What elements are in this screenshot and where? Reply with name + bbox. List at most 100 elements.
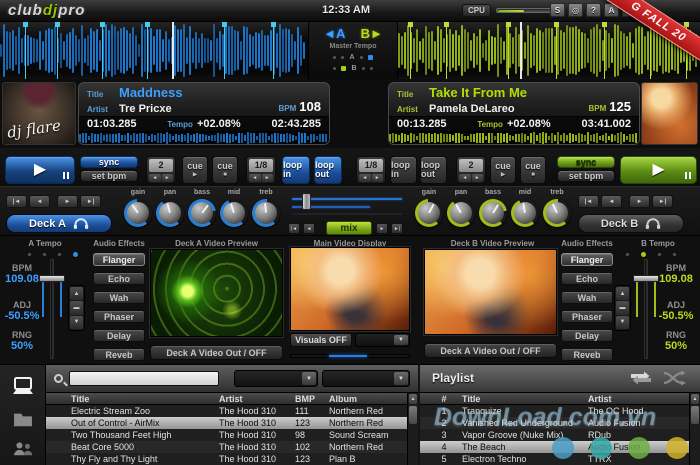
pan-knob-a[interactable]: pan xyxy=(154,189,186,232)
filter-dropdown-1[interactable]: ▼ xyxy=(234,370,318,387)
effect-wah-button-a[interactable]: Wah xyxy=(93,291,145,304)
scroll-up-icon[interactable]: ▲ xyxy=(409,394,417,404)
table-row[interactable]: Thy Fly and Thy Light The Hood 310 123 Plan… xyxy=(46,453,407,465)
deck-b-skip-end-button[interactable]: ►| xyxy=(652,195,673,208)
sidebar-item-folders[interactable] xyxy=(10,407,36,431)
deck-a-play-button[interactable]: ▶ xyxy=(5,156,75,184)
effect-flanger-button-b[interactable]: Flanger xyxy=(561,253,613,266)
scrollbar-handle[interactable] xyxy=(409,406,417,424)
table-row[interactable]: 5 Electron Techno TTRX xyxy=(420,453,690,465)
column-header[interactable]: Artist xyxy=(588,394,690,404)
table-row[interactable]: 2 Vanished Red Underground Audio Fusion xyxy=(420,417,690,429)
deck-b-play-button[interactable]: ▶ xyxy=(620,156,697,184)
visuals-off-button[interactable]: Visuals OFF xyxy=(290,333,352,347)
deck-b-cue-stop-button[interactable]: cue ■ xyxy=(520,156,546,184)
step-up-button[interactable]: ► xyxy=(471,174,483,182)
shuffle-button[interactable] xyxy=(662,370,686,391)
up-button[interactable]: ▲ xyxy=(616,287,629,301)
dropdown-arrow-icon[interactable]: ▼ xyxy=(394,335,408,345)
topbar-button-help[interactable]: ? xyxy=(586,3,601,17)
table-row[interactable]: Electric Stream Zoo The Hood 310 111 Northe… xyxy=(46,405,407,417)
deck-b-set-bpm-button[interactable]: set bpm xyxy=(557,170,615,182)
knob-dial[interactable] xyxy=(447,199,475,227)
step-up-button[interactable]: ► xyxy=(161,174,173,182)
table-row[interactable]: Two Thousand Feet High The Hood 310 98 Soun… xyxy=(46,429,407,441)
deck-a-skip-start-button[interactable]: |◄ xyxy=(6,195,27,208)
visuals-dropdown[interactable]: ▼ xyxy=(355,333,410,347)
search-input[interactable] xyxy=(69,371,219,386)
topbar-button-s[interactable]: S xyxy=(550,3,565,17)
table-row[interactable]: 3 Vapor Groove (Nuke Mix) RDub xyxy=(420,429,690,441)
table-row[interactable]: 1 Tranquize The OC Hood xyxy=(420,405,690,417)
knob-dial[interactable] xyxy=(415,199,443,227)
deck-a-loop-in-button[interactable]: loop in xyxy=(282,156,310,184)
a-tempo-slider[interactable] xyxy=(50,259,54,359)
sidebar-item-artists[interactable] xyxy=(10,437,36,461)
topbar-button-record[interactable]: ◎ xyxy=(568,3,583,17)
deck-a-cue-stop-button[interactable]: cue ■ xyxy=(212,156,238,184)
deck-a-loop-out-button[interactable]: loop out xyxy=(314,156,342,184)
step-down-button[interactable]: ◄ xyxy=(249,174,261,182)
deck-a-track-overview[interactable] xyxy=(79,132,329,144)
effect-delay-button-a[interactable]: Delay xyxy=(93,329,145,342)
playlist-scrollbar[interactable]: ▲ xyxy=(689,393,700,465)
effect-wah-button-b[interactable]: Wah xyxy=(561,291,613,304)
up-button[interactable]: ▲ xyxy=(70,287,83,301)
deck-a-forward-button[interactable]: ► xyxy=(57,195,78,208)
column-header[interactable]: Title xyxy=(71,394,219,404)
mix-button[interactable]: mix xyxy=(326,221,372,235)
deck-b-forward-button[interactable]: ► xyxy=(629,195,650,208)
crossfade-full-left-button[interactable]: |◄ xyxy=(288,223,300,234)
knob-dial[interactable] xyxy=(156,199,184,227)
knob-dial[interactable] xyxy=(479,199,507,227)
b-tempo-slider[interactable] xyxy=(644,259,648,359)
scroll-up-icon[interactable]: ▲ xyxy=(691,394,699,404)
step-up-button[interactable]: ► xyxy=(371,174,383,182)
deck-a-waveform[interactable] xyxy=(0,22,308,79)
mid-knob-a[interactable]: mid xyxy=(218,189,250,232)
column-header[interactable]: Title xyxy=(462,394,588,404)
deck-a-rewind-button[interactable]: ◄ xyxy=(29,195,50,208)
effect-echo-button-b[interactable]: Echo xyxy=(561,272,613,285)
step-up-button[interactable]: ► xyxy=(261,174,273,182)
effect-phaser-button-a[interactable]: Phaser xyxy=(93,310,145,323)
step-down-button[interactable]: ◄ xyxy=(149,174,161,182)
filter-dropdown-2[interactable]: ▼ xyxy=(322,370,410,387)
step-down-button[interactable]: ◄ xyxy=(459,174,471,182)
deck-b-track-overview[interactable] xyxy=(389,132,639,144)
sidebar-item-computer[interactable] xyxy=(10,375,36,399)
step-down-button[interactable]: ◄ xyxy=(359,174,371,182)
knob-dial[interactable] xyxy=(252,199,280,227)
column-header[interactable]: # xyxy=(426,394,462,404)
dropdown-arrow-icon[interactable]: ▼ xyxy=(394,372,408,385)
deck-b-loop-in-button[interactable]: loop in xyxy=(390,156,417,184)
knob-dial[interactable] xyxy=(124,199,152,227)
treb-knob-a[interactable]: treb xyxy=(250,189,282,232)
effect-echo-button-a[interactable]: Echo xyxy=(93,272,145,285)
pan-knob-b[interactable]: pan xyxy=(445,189,477,232)
mid-knob-b[interactable]: mid xyxy=(509,189,541,232)
down-button[interactable]: ▼ xyxy=(70,315,83,329)
effect-phaser-button-b[interactable]: Phaser xyxy=(561,310,613,323)
crossfade-left-button[interactable]: ◄ xyxy=(303,223,315,234)
down-button[interactable]: ▼ xyxy=(616,315,629,329)
deck-b-skip-start-button[interactable]: |◄ xyxy=(578,195,599,208)
crossfader-handle[interactable] xyxy=(302,193,311,210)
scrollbar-handle[interactable] xyxy=(691,406,699,424)
knob-dial[interactable] xyxy=(543,199,571,227)
dropdown-arrow-icon[interactable]: ▼ xyxy=(302,372,316,385)
column-header[interactable]: BMP xyxy=(295,394,329,404)
crossfade-full-right-button[interactable]: ►| xyxy=(391,223,403,234)
deck-a-monitor-button[interactable]: Deck A xyxy=(6,214,112,233)
master-tempo-row-b[interactable]: B xyxy=(309,65,397,72)
crossfade-right-button[interactable]: ► xyxy=(376,223,388,234)
deck-b-monitor-button[interactable]: Deck B xyxy=(578,214,684,233)
a-tempo-slider-handle[interactable] xyxy=(39,275,65,282)
master-tempo-row-a[interactable]: A xyxy=(309,54,397,61)
effect-flanger-button-a[interactable]: Flanger xyxy=(93,253,145,266)
table-row[interactable]: 4 The Beach Audio Fusion xyxy=(420,441,690,453)
deck-b-rewind-button[interactable]: ◄ xyxy=(601,195,622,208)
knob-dial[interactable] xyxy=(188,199,216,227)
deck-b-video-out-button[interactable]: Deck A Video Out / OFF xyxy=(424,343,557,358)
deck-a-video-out-button[interactable]: Deck A Video Out / OFF xyxy=(150,345,283,360)
